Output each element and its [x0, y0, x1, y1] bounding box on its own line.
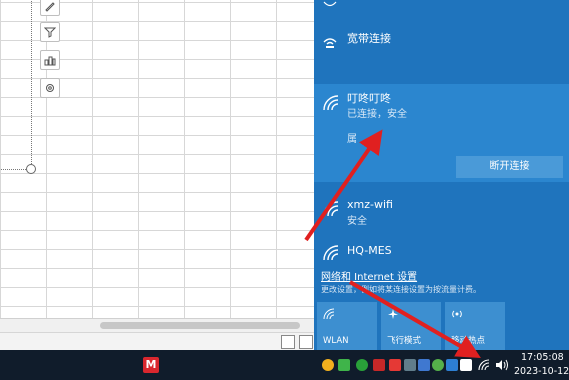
network-settings-link[interactable]: 网络和 Internet 设置 — [321, 268, 417, 283]
tray-app-icon-3[interactable] — [373, 359, 385, 371]
airplane-icon — [388, 309, 398, 319]
wifi-icon — [323, 95, 339, 111]
tile-label: 飞行模式 — [387, 336, 422, 346]
network-status: 安全 — [347, 216, 367, 227]
wifi-icon — [323, 245, 339, 261]
filter-icon[interactable] — [40, 22, 60, 42]
wps-app-icon[interactable]: M — [143, 357, 159, 373]
tile-label: WLAN — [323, 336, 349, 346]
wifi-icon — [323, 308, 335, 320]
spreadsheet-grid[interactable] — [0, 0, 314, 350]
tile-wlan[interactable]: WLAN — [317, 302, 377, 350]
tray-app-icon-8[interactable] — [446, 359, 458, 371]
network-status: 已连接，安全 — [347, 109, 407, 120]
gear-icon[interactable] — [40, 78, 60, 98]
network-name: HQ-MES — [347, 244, 392, 257]
tray-app-icon-1[interactable] — [322, 359, 334, 371]
chart-resize-handle[interactable] — [26, 164, 36, 174]
network-name: 叮咚叮咚 — [347, 92, 391, 105]
wifi-icon — [323, 201, 339, 217]
pen-icon[interactable] — [40, 0, 60, 16]
volume-icon[interactable] — [495, 359, 509, 371]
hotspot-icon — [452, 310, 462, 318]
clock-time[interactable]: 17:05:08 — [521, 352, 564, 363]
network-wifi-icon[interactable] — [478, 359, 491, 371]
disconnect-button[interactable]: 断开连接 — [456, 156, 563, 178]
wechat-icon[interactable] — [356, 359, 368, 371]
network-settings-description: 更改设置，例如将某连接设置为按流量计费。 — [321, 285, 481, 294]
tray-app-icon-4[interactable] — [389, 359, 401, 371]
tile-label: 移动热点 — [451, 336, 486, 346]
grid-view-icon[interactable] — [299, 335, 313, 349]
tray-app-icon-6[interactable] — [418, 359, 430, 371]
clock-date[interactable]: 2023-10-12 — [514, 366, 569, 377]
scrollbar-thumb[interactable] — [100, 322, 300, 329]
broadband-icon — [323, 38, 337, 48]
properties-link[interactable]: 属 — [347, 130, 357, 145]
chart-selection-frame — [0, 0, 32, 170]
fullscreen-icon[interactable] — [281, 335, 295, 349]
chart-elements-icon[interactable] — [40, 50, 60, 70]
tile-airplane-mode[interactable]: 飞行模式 — [381, 302, 441, 350]
network-name: 宽带连接 — [347, 32, 391, 45]
network-row-partial[interactable] — [314, 0, 569, 20]
tray-app-icon-7[interactable] — [432, 359, 444, 371]
network-row-broadband[interactable]: 宽带连接 — [314, 26, 569, 56]
network-flyout: 宽带连接 叮咚叮咚 已连接，安全 属 断开连接 xmz-wifi 安全 HQ-M… — [314, 0, 569, 350]
tray-app-icon-2[interactable] — [338, 359, 350, 371]
taskbar: M — [0, 350, 569, 380]
network-row-hq-mes[interactable]: HQ-MES — [314, 240, 569, 266]
tile-mobile-hotspot[interactable]: 移动热点 — [445, 302, 505, 350]
horizontal-scrollbar[interactable] — [0, 318, 314, 332]
sheet-status-bar — [0, 332, 314, 350]
tray-app-icon-5[interactable] — [404, 359, 416, 371]
network-row-xmz-wifi[interactable]: xmz-wifi 安全 — [314, 194, 569, 228]
network-name: xmz-wifi — [347, 198, 393, 211]
tray-app-icon-9[interactable] — [460, 359, 472, 371]
wifi-icon — [323, 1, 337, 7]
